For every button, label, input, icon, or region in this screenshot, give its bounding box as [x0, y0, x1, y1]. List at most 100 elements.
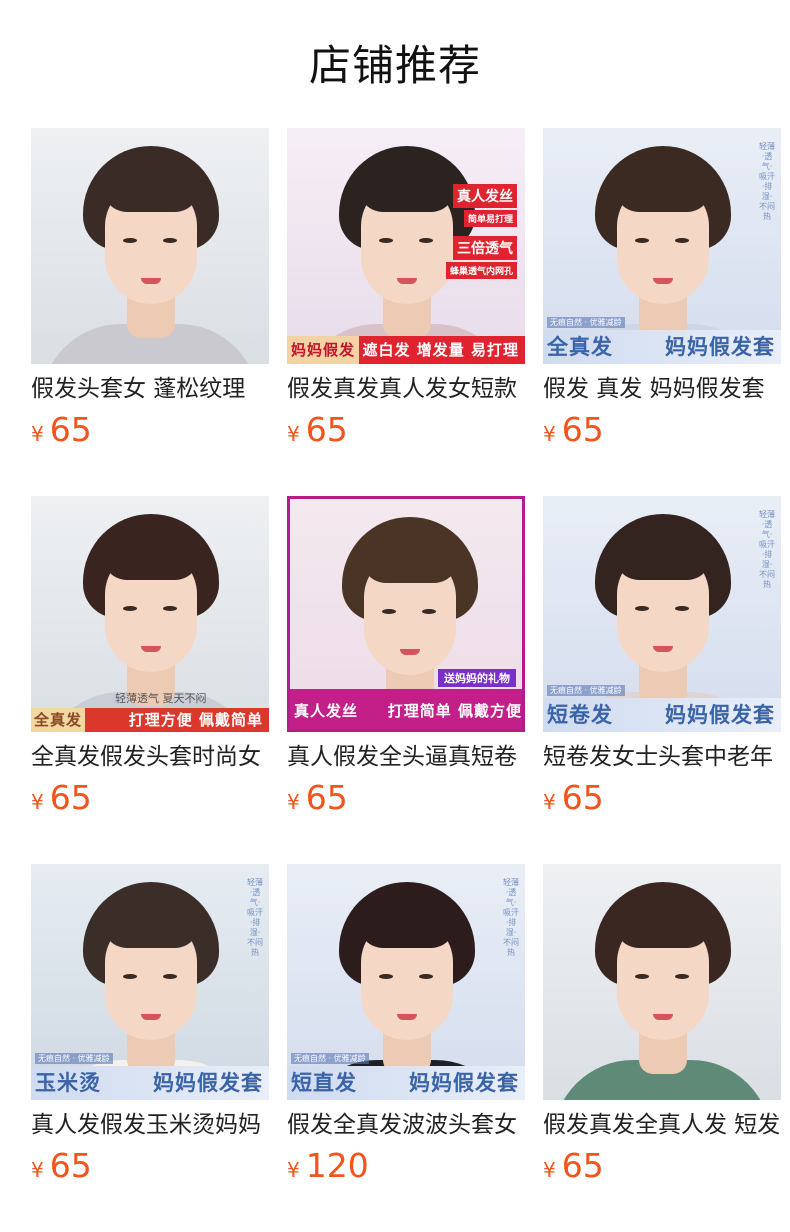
product-price: ¥120 — [287, 1148, 525, 1188]
price-value: 65 — [49, 1146, 92, 1185]
product-price: ¥65 — [31, 1148, 269, 1188]
banner-left-text: 全真发 — [31, 708, 86, 732]
product-card[interactable]: 轻薄·透气·吸汗·排湿·不闷热无痕自然 · 优雅减龄玉米烫 妈妈假发套真人发假发玉… — [31, 864, 269, 1188]
product-name[interactable]: 假发 真发 妈妈假发套 — [543, 372, 781, 406]
model-eye — [422, 609, 436, 614]
model-eye — [382, 609, 396, 614]
product-name[interactable]: 假发真发全真人发 短发 — [543, 1108, 781, 1142]
product-name[interactable]: 全真发假发头套时尚女 — [31, 740, 269, 774]
banner-right-text: 妈妈假发套 — [153, 1071, 263, 1095]
product-price: ¥65 — [287, 412, 525, 452]
image-promo-tag: 真人发丝 — [453, 184, 517, 208]
product-name[interactable]: 短卷发女士头套中老年 — [543, 740, 781, 774]
banner-right-text: 妈妈假发套 — [665, 703, 775, 727]
product-image[interactable]: 轻薄·透气·吸汗·排湿·不闷热 无痕自然 · 优雅减龄 短卷发 妈妈假发套 — [543, 496, 781, 732]
product-card[interactable]: 假发头套女 蓬松纹理 ¥65 — [31, 128, 269, 452]
currency-symbol: ¥ — [287, 422, 300, 446]
price-value: 65 — [561, 1146, 604, 1185]
product-price: ¥65 — [543, 780, 781, 820]
price-value: 120 — [305, 1146, 369, 1185]
product-name[interactable]: 假发全真发波波头套女 — [287, 1108, 525, 1142]
image-promo-tag: 无痕自然 · 优雅减龄 — [547, 317, 625, 328]
product-name[interactable]: 假发头套女 蓬松纹理 — [31, 372, 269, 406]
product-image[interactable]: 轻薄·透气·吸汗·排湿·不闷热无痕自然 · 优雅减龄玉米烫 妈妈假发套 — [31, 864, 269, 1100]
product-card[interactable]: 轻薄·透气·吸汗·排湿·不闷热 无痕自然 · 优雅减龄 短卷发 妈妈假发套 短卷发女士头… — [543, 496, 781, 820]
product-card[interactable]: 送妈妈的礼物真人发丝 打理简单 佩戴方便真人假发全头逼真短卷 ¥65 — [287, 496, 525, 820]
product-image[interactable]: 轻薄·透气·吸汗·排湿·不闷热无痕自然 · 优雅减龄全真发 妈妈假发套 — [543, 128, 781, 364]
banner-left-text: 玉米烫 — [35, 1071, 101, 1095]
image-promo-tag: 简单易打理 — [463, 210, 517, 227]
currency-symbol: ¥ — [287, 790, 300, 814]
image-promo-tag: 无痕自然 · 优雅减龄 — [291, 1053, 369, 1064]
wig-fringe — [615, 912, 711, 948]
wig-fringe — [103, 176, 199, 212]
banner-left-text: 真人发丝 — [294, 702, 359, 720]
feature-sidebar-text: 轻薄·透气·吸汗·排湿·不闷热 — [759, 510, 775, 589]
image-banner: 玉米烫 妈妈假发套 — [31, 1066, 269, 1100]
product-card[interactable]: 真人发丝 简单易打理 三倍透气 蜂巢透气内网孔 妈妈假发 遮白发 增发量 易打理 假发真发真… — [287, 128, 525, 452]
model-mouth — [141, 278, 161, 284]
feature-sidebar-text: 轻薄·透气·吸汗·排湿·不闷热 — [503, 878, 519, 957]
image-promo-tag: 无痕自然 · 优雅减龄 — [547, 685, 625, 696]
feature-sidebar-text: 轻薄·透气·吸汗·排湿·不闷热 — [759, 142, 775, 221]
wig-fringe — [615, 176, 711, 212]
currency-symbol: ¥ — [31, 790, 44, 814]
banner-right-text: 打理简单 佩戴方便 — [387, 702, 522, 720]
price-value: 65 — [49, 778, 92, 817]
wig-fringe — [359, 176, 455, 212]
image-promo-tag: 蜂巢透气内网孔 — [445, 262, 517, 279]
price-value: 65 — [561, 410, 604, 449]
product-image[interactable] — [543, 864, 781, 1100]
product-card[interactable]: 轻薄·透气·吸汗·排湿·不闷热无痕自然 · 优雅减龄全真发 妈妈假发套假发 真发 … — [543, 128, 781, 452]
price-value: 65 — [49, 410, 92, 449]
model-eye — [123, 974, 137, 979]
price-value: 65 — [305, 778, 348, 817]
model-mouth — [653, 278, 673, 284]
model-mouth — [653, 646, 673, 652]
currency-symbol: ¥ — [287, 1158, 300, 1182]
image-banner: 全真发 打理方便 佩戴简单 — [31, 708, 269, 732]
product-image[interactable] — [31, 128, 269, 364]
product-name[interactable]: 真人发假发玉米烫妈妈 — [31, 1108, 269, 1142]
product-name[interactable]: 假发真发真人发女短款 — [287, 372, 525, 406]
product-image[interactable]: 轻薄透气 夏天不闷 全真发 打理方便 佩戴简单 — [31, 496, 269, 732]
product-card[interactable]: 轻薄透气 夏天不闷 全真发 打理方便 佩戴简单全真发假发头套时尚女 ¥65 — [31, 496, 269, 820]
product-card[interactable]: 轻薄·透气·吸汗·排湿·不闷热无痕自然 · 优雅减龄短直发 妈妈假发套假发全真发波… — [287, 864, 525, 1188]
banner-right-text: 妈妈假发套 — [665, 335, 775, 359]
model-eye — [635, 238, 649, 243]
wig-fringe — [103, 544, 199, 580]
currency-symbol: ¥ — [543, 1158, 556, 1182]
model-mouth — [397, 278, 417, 284]
product-card[interactable]: 假发真发全真人发 短发 ¥65 — [543, 864, 781, 1188]
image-promo-tag: 无痕自然 · 优雅减龄 — [35, 1053, 113, 1064]
product-image[interactable]: 轻薄·透气·吸汗·排湿·不闷热无痕自然 · 优雅减龄短直发 妈妈假发套 — [287, 864, 525, 1100]
product-image[interactable]: 真人发丝 简单易打理 三倍透气 蜂巢透气内网孔 妈妈假发 遮白发 增发量 易打理 — [287, 128, 525, 364]
wig-fringe — [103, 912, 199, 948]
banner-right-text: 妈妈假发套 — [409, 1071, 519, 1095]
image-banner: 短直发 妈妈假发套 — [287, 1066, 525, 1100]
product-image[interactable]: 送妈妈的礼物真人发丝 打理简单 佩戴方便 — [287, 496, 525, 732]
banner-right-text: 遮白发 增发量 易打理 — [362, 341, 519, 359]
banner-left-text: 妈妈假发 — [287, 336, 360, 364]
banner-left-text: 全真发 — [547, 335, 613, 359]
image-promo-tag: 送妈妈的礼物 — [438, 669, 516, 687]
model-eye — [163, 606, 177, 611]
wig-fringe — [615, 544, 711, 580]
model-eye — [123, 606, 137, 611]
wig-fringe — [359, 912, 455, 948]
model-eye — [635, 974, 649, 979]
feature-sidebar-text: 轻薄·透气·吸汗·排湿·不闷热 — [247, 878, 263, 957]
image-banner: 全真发 妈妈假发套 — [543, 330, 781, 364]
model-mouth — [141, 1014, 161, 1020]
product-name[interactable]: 真人假发全头逼真短卷 — [287, 740, 525, 774]
banner-left-text: 短直发 — [291, 1071, 357, 1095]
model-eye — [379, 974, 393, 979]
currency-symbol: ¥ — [543, 790, 556, 814]
model-eye — [675, 974, 689, 979]
model-mouth — [653, 1014, 673, 1020]
wig-fringe — [362, 547, 458, 583]
model-eye — [379, 238, 393, 243]
price-value: 65 — [561, 778, 604, 817]
model-eye — [123, 238, 137, 243]
model-mouth — [141, 646, 161, 652]
